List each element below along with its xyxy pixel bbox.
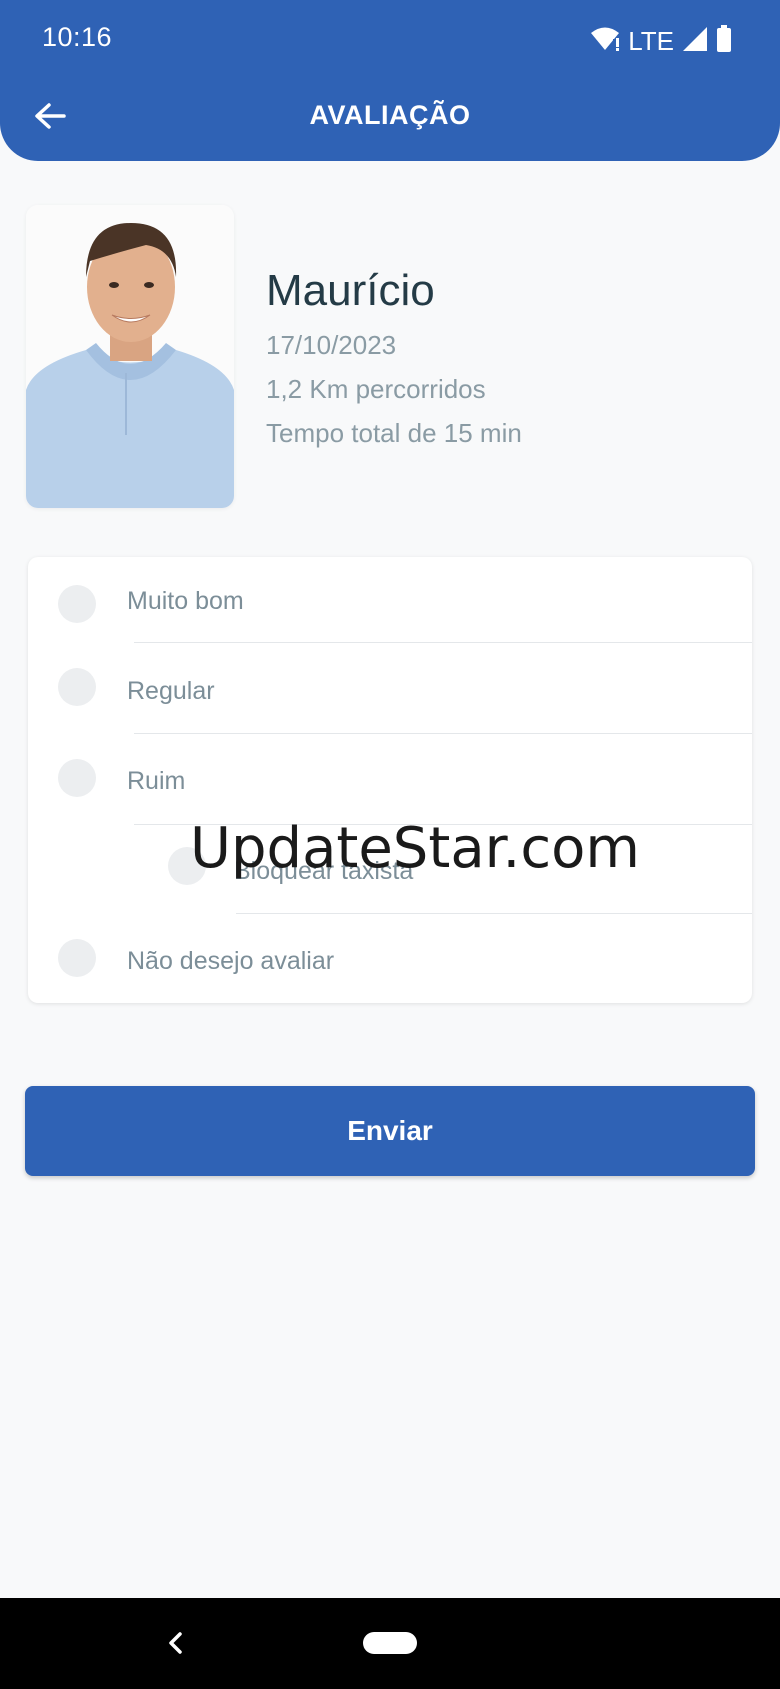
network-type: LTE xyxy=(628,25,674,56)
divider xyxy=(236,913,752,914)
option-label-ruim[interactable]: Ruim xyxy=(127,767,185,796)
option-label-muito-bom[interactable]: Muito bom xyxy=(127,587,244,616)
status-icons: LTE xyxy=(590,24,732,58)
submit-button[interactable]: Enviar xyxy=(25,1086,755,1176)
option-label-nao-desejo-avaliar[interactable]: Não desejo avaliar xyxy=(127,947,334,976)
radio-ruim[interactable] xyxy=(58,759,96,797)
signal-icon xyxy=(682,26,708,57)
page-title: AVALIAÇÃO xyxy=(309,100,471,130)
ride-duration: Tempo total de 15 min xyxy=(266,418,522,448)
nav-back-button[interactable] xyxy=(160,1620,190,1666)
rating-options-card: Muito bom Regular Ruim Bloquear taxista … xyxy=(28,557,752,1003)
radio-nao-desejo-avaliar[interactable] xyxy=(58,939,96,977)
battery-icon xyxy=(716,24,732,58)
option-label-regular[interactable]: Regular xyxy=(127,677,215,706)
radio-muito-bom[interactable] xyxy=(58,585,96,623)
ride-distance: 1,2 Km percorridos xyxy=(266,374,486,404)
status-time: 10:16 xyxy=(42,22,113,52)
system-nav-bar xyxy=(0,1598,780,1689)
app-header: 10:16 LTE AVALIAÇÃO xyxy=(0,0,780,161)
wifi-icon xyxy=(590,26,620,57)
driver-name: Maurício xyxy=(266,266,435,315)
divider xyxy=(134,733,752,734)
ride-date: 17/10/2023 xyxy=(266,330,397,360)
watermark-text: UpdateStar.com xyxy=(190,816,640,881)
divider xyxy=(134,642,752,643)
radio-regular[interactable] xyxy=(58,668,96,706)
nav-home-pill[interactable] xyxy=(363,1632,417,1654)
driver-photo xyxy=(26,205,234,508)
chevron-left-icon xyxy=(160,1632,190,1670)
